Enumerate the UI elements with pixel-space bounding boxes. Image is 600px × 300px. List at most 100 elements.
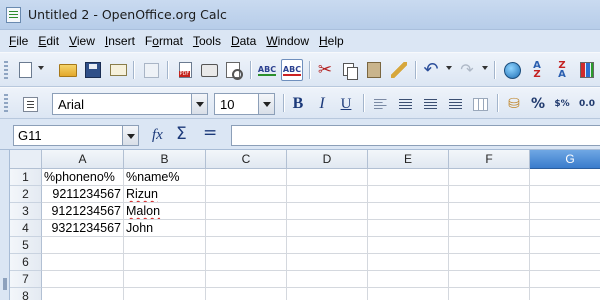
cell-g1[interactable] xyxy=(530,169,600,186)
cell-e8[interactable] xyxy=(368,288,449,300)
column-header-a[interactable]: A xyxy=(42,150,124,169)
cell-d5[interactable] xyxy=(287,237,368,254)
cell-b8[interactable] xyxy=(124,288,206,300)
cell-c2[interactable] xyxy=(206,186,287,203)
cell-c5[interactable] xyxy=(206,237,287,254)
cell-b6[interactable] xyxy=(124,254,206,271)
cell-a2[interactable]: 9211234567 xyxy=(42,186,124,203)
cell-g4[interactable] xyxy=(530,220,600,237)
cell-b7[interactable] xyxy=(124,271,206,288)
formula-input[interactable] xyxy=(231,125,600,146)
cell-e7[interactable] xyxy=(368,271,449,288)
cell-g6[interactable] xyxy=(530,254,600,271)
bold-button[interactable]: B xyxy=(287,93,309,115)
standard-number-format-button[interactable]: $% xyxy=(551,93,573,115)
cell-e3[interactable] xyxy=(368,203,449,220)
merge-cells-button[interactable] xyxy=(469,93,491,115)
cell-f1[interactable] xyxy=(449,169,530,186)
name-box[interactable]: G11 xyxy=(13,125,139,146)
justify-button[interactable] xyxy=(444,93,466,115)
cell-b1[interactable]: %name% xyxy=(124,169,206,186)
cell-e2[interactable] xyxy=(368,186,449,203)
function-icon[interactable]: = xyxy=(203,123,217,143)
cell-e6[interactable] xyxy=(368,254,449,271)
cell-a8[interactable] xyxy=(42,288,124,300)
new-button[interactable] xyxy=(14,59,36,81)
row-header-8[interactable]: 8 xyxy=(10,288,42,300)
cell-f2[interactable] xyxy=(449,186,530,203)
cell-d6[interactable] xyxy=(287,254,368,271)
menu-format[interactable]: Format xyxy=(145,34,183,48)
align-left-button[interactable] xyxy=(369,93,391,115)
menu-file[interactable]: File xyxy=(9,34,28,48)
menu-help[interactable]: Help xyxy=(319,34,344,48)
menu-edit[interactable]: Edit xyxy=(38,34,59,48)
cell-f6[interactable] xyxy=(449,254,530,271)
currency-format-button[interactable]: ⛁ xyxy=(503,93,525,115)
sort-descending-button[interactable]: ZA xyxy=(551,59,573,81)
cut-button[interactable]: ✂ xyxy=(314,59,336,81)
cell-a7[interactable] xyxy=(42,271,124,288)
align-center-button[interactable] xyxy=(394,93,416,115)
cell-f5[interactable] xyxy=(449,237,530,254)
cell-d3[interactable] xyxy=(287,203,368,220)
cell-c3[interactable] xyxy=(206,203,287,220)
redo-dropdown-icon[interactable] xyxy=(482,66,488,70)
cell-a4[interactable]: 9321234567 xyxy=(42,220,124,237)
sum-icon[interactable]: Σ xyxy=(176,124,187,144)
spreadsheet-grid[interactable]: A B C D E F G 1 2 3 4 5 6 7 8 %phoneno%%… xyxy=(0,150,600,300)
cell-f7[interactable] xyxy=(449,271,530,288)
styles-button[interactable] xyxy=(19,93,41,115)
open-button[interactable] xyxy=(57,59,79,81)
font-name-combo[interactable]: Arial xyxy=(52,93,208,115)
cell-a5[interactable] xyxy=(42,237,124,254)
italic-button[interactable]: I xyxy=(311,93,333,115)
toolbar-grip[interactable] xyxy=(4,61,8,79)
column-header-g[interactable]: G xyxy=(530,150,600,169)
redo-button[interactable]: ↷ xyxy=(456,59,478,81)
cell-d7[interactable] xyxy=(287,271,368,288)
email-button[interactable] xyxy=(107,59,129,81)
cell-f8[interactable] xyxy=(449,288,530,300)
sort-ascending-button[interactable]: AZ xyxy=(526,59,548,81)
row-header-2[interactable]: 2 xyxy=(10,186,42,203)
cell-g8[interactable] xyxy=(530,288,600,300)
column-header-c[interactable]: C xyxy=(206,150,287,169)
cell-b2[interactable]: Rizun xyxy=(124,186,206,203)
row-header-3[interactable]: 3 xyxy=(10,203,42,220)
new-dropdown-icon[interactable] xyxy=(38,66,44,70)
cell-f4[interactable] xyxy=(449,220,530,237)
cell-g3[interactable] xyxy=(530,203,600,220)
cell-e1[interactable] xyxy=(368,169,449,186)
page-preview-button[interactable] xyxy=(222,59,244,81)
print-button[interactable] xyxy=(198,59,220,81)
select-all-corner[interactable] xyxy=(10,150,42,169)
toolbar-grip[interactable] xyxy=(4,94,8,112)
cell-b4[interactable]: John xyxy=(124,220,206,237)
cell-a3[interactable]: 9121234567 xyxy=(42,203,124,220)
cell-e4[interactable] xyxy=(368,220,449,237)
cell-g7[interactable] xyxy=(530,271,600,288)
undo-button[interactable]: ↶ xyxy=(420,59,442,81)
row-header-6[interactable]: 6 xyxy=(10,254,42,271)
percent-format-button[interactable]: % xyxy=(527,93,549,115)
cell-d8[interactable] xyxy=(287,288,368,300)
column-header-e[interactable]: E xyxy=(368,150,449,169)
export-pdf-button[interactable] xyxy=(174,59,196,81)
save-button[interactable] xyxy=(82,59,104,81)
column-header-d[interactable]: D xyxy=(287,150,368,169)
underline-button[interactable]: U xyxy=(335,93,357,115)
cell-c8[interactable] xyxy=(206,288,287,300)
cell-b3[interactable]: Malon xyxy=(124,203,206,220)
menu-insert[interactable]: Insert xyxy=(105,34,135,48)
spellcheck-button[interactable]: ABC xyxy=(256,59,278,81)
cell-g2[interactable] xyxy=(530,186,600,203)
insert-chart-button[interactable] xyxy=(576,59,598,81)
cell-c1[interactable] xyxy=(206,169,287,186)
menu-data[interactable]: Data xyxy=(231,34,256,48)
undo-dropdown-icon[interactable] xyxy=(446,66,452,70)
cell-g5[interactable] xyxy=(530,237,600,254)
navigator-button[interactable] xyxy=(501,59,523,81)
cell-f3[interactable] xyxy=(449,203,530,220)
cell-a1[interactable]: %phoneno% xyxy=(42,169,124,186)
